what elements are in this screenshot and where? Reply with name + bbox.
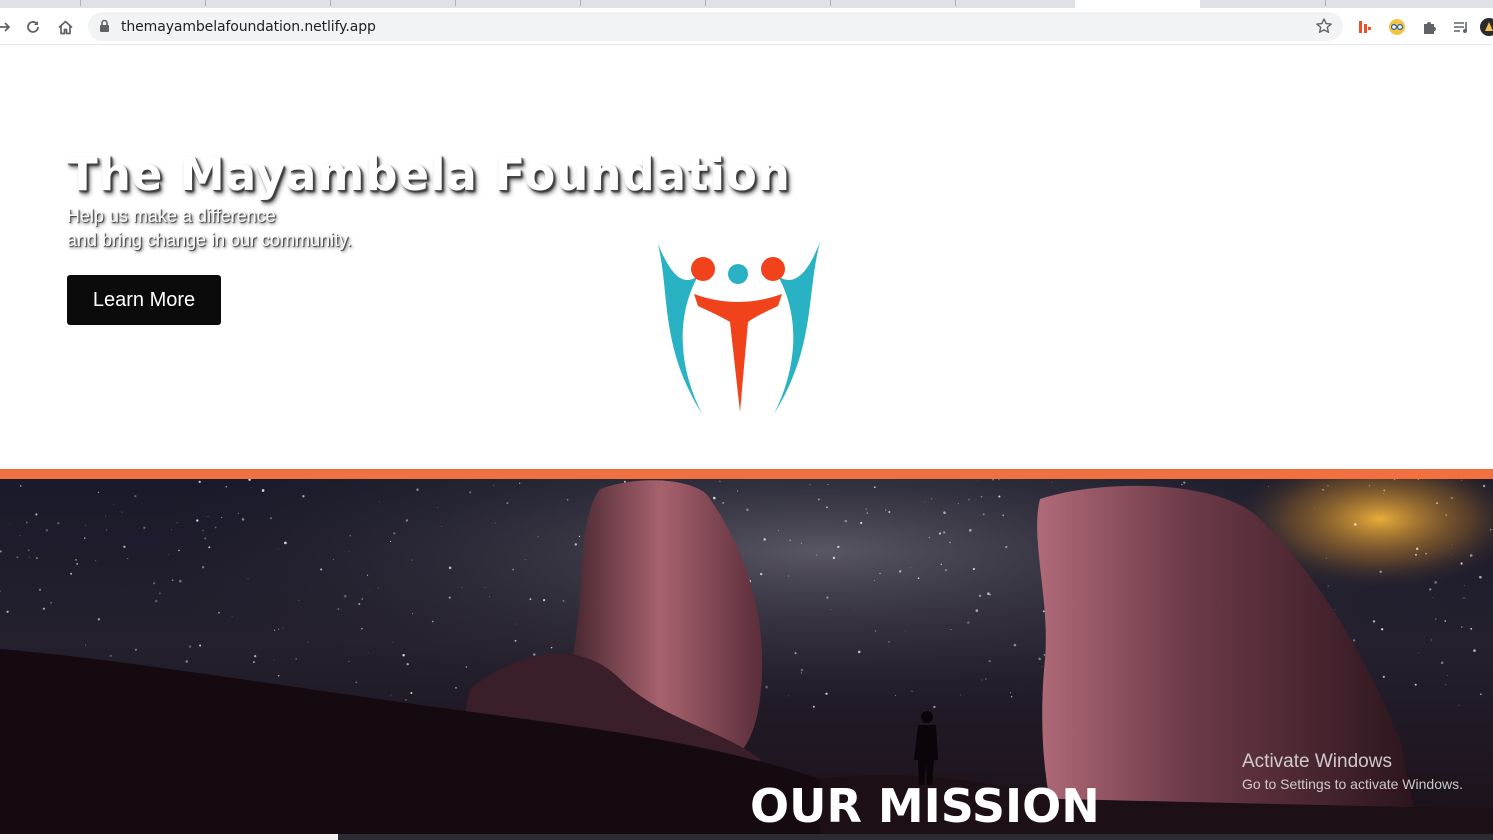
extension-glasses-icon[interactable]: [1387, 17, 1407, 37]
hero-subtitle-line-1: Help us make a difference: [67, 206, 276, 226]
forward-icon[interactable]: [0, 15, 16, 39]
url-text[interactable]: themayambelafoundation.netlify.app: [121, 19, 376, 35]
logo-head-center: [728, 264, 748, 284]
profile-avatar[interactable]: [1479, 17, 1493, 37]
home-icon[interactable]: [53, 15, 77, 39]
bottom-strip: [0, 834, 1493, 840]
tab-separator: [455, 0, 456, 6]
activate-windows-subtitle: Go to Settings to activate Windows.: [1242, 776, 1463, 792]
tab-separator: [330, 0, 331, 6]
reading-list-icon[interactable]: [1451, 17, 1471, 37]
activate-windows-title: Activate Windows: [1242, 751, 1392, 772]
logo-body: [694, 294, 782, 412]
tab-separator: [580, 0, 581, 6]
hero-subtitle: Help us make a difference and bring chan…: [67, 204, 352, 252]
mission-heading: OUR MISSION: [750, 779, 1100, 833]
tab-separator: [205, 0, 206, 6]
tab-separator: [830, 0, 831, 6]
mission-section: OUR MISSION Activate Windows Go to Setti…: [0, 479, 1493, 840]
address-bar[interactable]: themayambelafoundation.netlify.app: [88, 12, 1343, 41]
reload-icon[interactable]: [21, 15, 45, 39]
lock-icon[interactable]: [99, 19, 110, 38]
bookmark-star-icon[interactable]: [1315, 17, 1333, 40]
bottom-strip-light: [0, 834, 338, 840]
hero-subtitle-line-2: and bring change in our community.: [67, 230, 352, 250]
tab-separator: [705, 0, 706, 6]
hero-section: The Mayambela Foundation Help us make a …: [0, 46, 1493, 470]
foundation-logo-icon: [658, 242, 820, 414]
browser-toolbar: themayambelafoundation.netlify.app: [0, 8, 1493, 45]
extension-bars-icon[interactable]: [1355, 17, 1375, 37]
logo-head-right: [761, 257, 785, 281]
hero-title: The Mayambela Foundation: [67, 148, 791, 201]
logo-head-left: [691, 257, 715, 281]
activate-windows-watermark: Activate Windows Go to Settings to activ…: [1242, 751, 1463, 792]
tab-separator: [1325, 0, 1326, 6]
extensions-puzzle-icon[interactable]: [1419, 17, 1439, 37]
tab-separator: [955, 0, 956, 6]
tab-separator: [80, 0, 81, 6]
learn-more-button[interactable]: Learn More: [67, 275, 221, 325]
accent-divider: [0, 469, 1493, 479]
tab-strip: [0, 0, 1493, 8]
active-tab[interactable]: [1075, 0, 1200, 8]
